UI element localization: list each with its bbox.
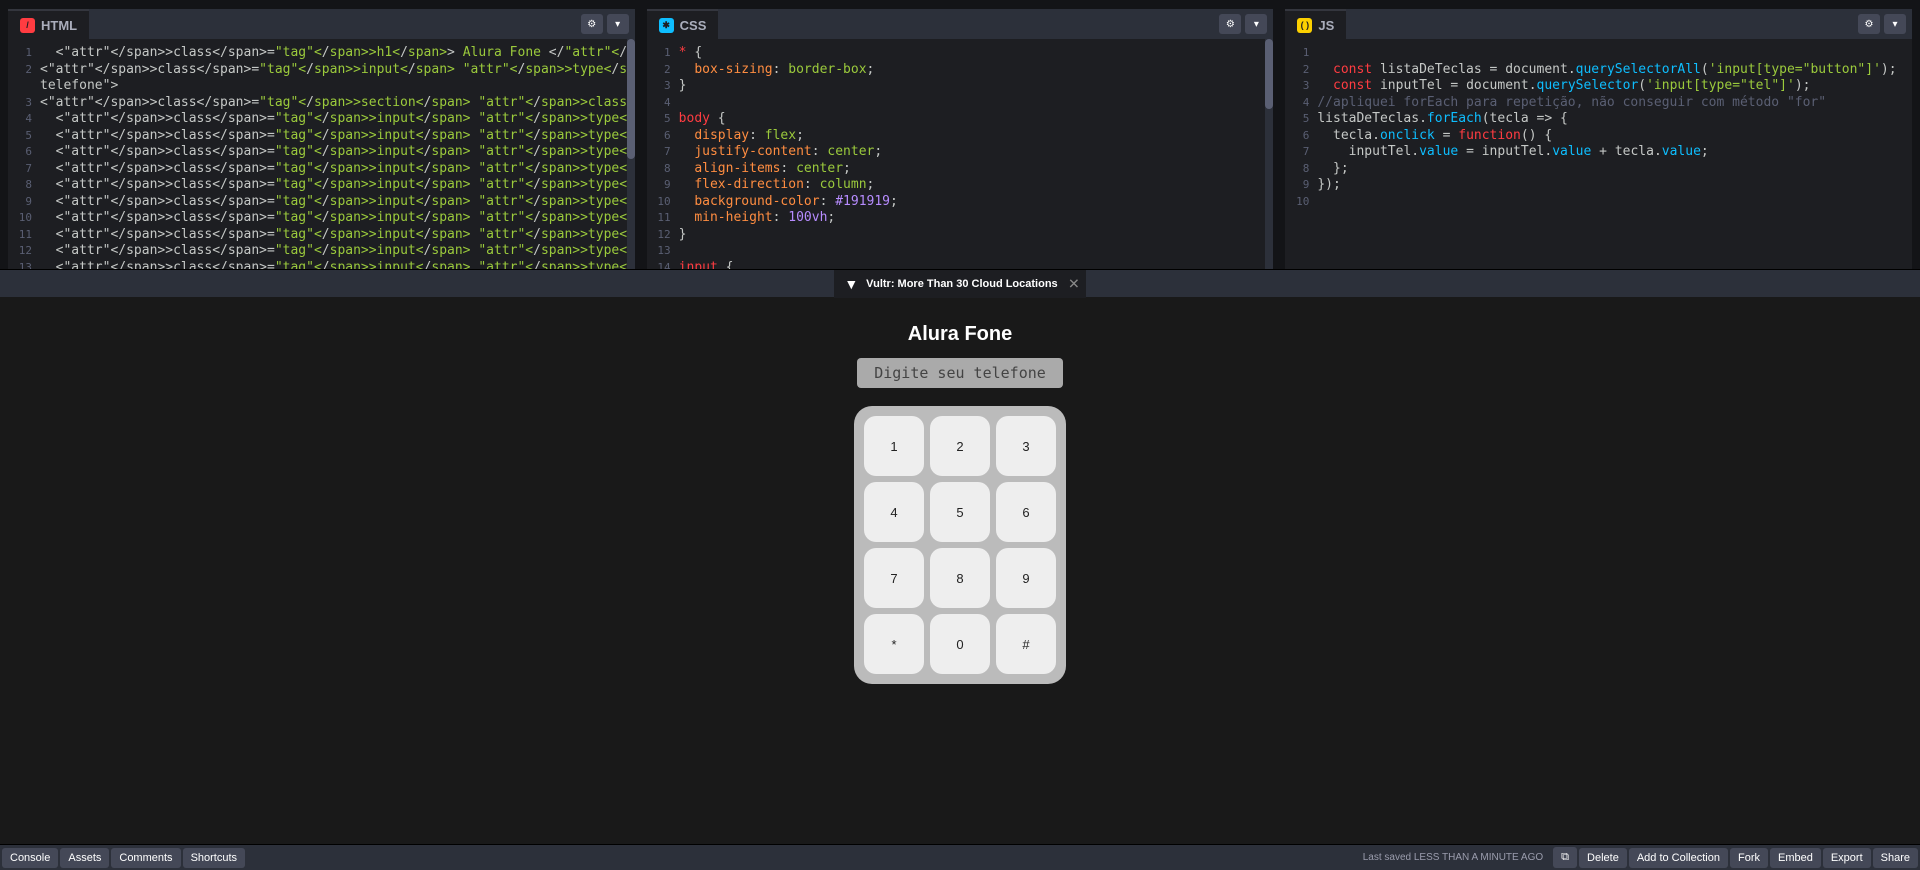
css-scrollbar-thumb[interactable]	[1265, 39, 1273, 109]
embed-button[interactable]: Embed	[1770, 848, 1821, 868]
assets-button[interactable]: Assets	[60, 848, 109, 868]
shortcuts-button[interactable]: Shortcuts	[183, 848, 245, 868]
key-4[interactable]: 4	[864, 482, 924, 542]
css-actions: ⚙ ▾	[1219, 14, 1273, 34]
html-code-area[interactable]: 12345678910111213 <"attr"</span>>class</…	[8, 39, 635, 269]
open-external-button[interactable]: ⧉	[1553, 847, 1577, 868]
gear-icon: ⚙	[1226, 19, 1235, 30]
js-dropdown-button[interactable]: ▾	[1884, 14, 1906, 34]
js-actions: ⚙ ▾	[1858, 14, 1912, 34]
preview-pane: Alura Fone 123 456 789 *0#	[0, 297, 1920, 844]
js-settings-button[interactable]: ⚙	[1858, 14, 1880, 34]
js-panel-header: ( ) JS ⚙ ▾	[1285, 9, 1912, 39]
editors-row: / HTML ⚙ ▾ 12345678910111213 <"attr"</sp…	[0, 9, 1920, 269]
ad-bar: ▼ Vultr: More Than 30 Cloud Locations ✕	[0, 269, 1920, 297]
key-5[interactable]: 5	[930, 482, 990, 542]
html-scrollbar-thumb[interactable]	[627, 39, 635, 159]
html-icon: /	[20, 18, 35, 33]
html-gutter: 12345678910111213	[8, 45, 40, 269]
html-dropdown-button[interactable]: ▾	[607, 14, 629, 34]
console-button[interactable]: Console	[2, 848, 58, 868]
html-panel: / HTML ⚙ ▾ 12345678910111213 <"attr"</sp…	[8, 9, 635, 269]
chevron-down-icon: ▾	[615, 19, 620, 30]
html-actions: ⚙ ▾	[581, 14, 635, 34]
key-#[interactable]: #	[996, 614, 1056, 674]
key-9[interactable]: 9	[996, 548, 1056, 608]
css-settings-button[interactable]: ⚙	[1219, 14, 1241, 34]
add-to-collection-button[interactable]: Add to Collection	[1629, 848, 1728, 868]
js-icon: ( )	[1297, 18, 1312, 33]
external-link-icon: ⧉	[1561, 851, 1569, 864]
html-settings-button[interactable]: ⚙	[581, 14, 603, 34]
close-icon: ✕	[1068, 275, 1080, 291]
css-icon: ✱	[659, 18, 674, 33]
chevron-down-icon: ▾	[1893, 19, 1898, 30]
gear-icon: ⚙	[1865, 19, 1874, 30]
css-code-area[interactable]: 1234567891011121314 * { box-sizing: bord…	[647, 39, 1274, 269]
comments-button[interactable]: Comments	[111, 848, 180, 868]
js-code-lines[interactable]: const listaDeTeclas = document.querySele…	[1317, 45, 1912, 269]
footer-right-buttons: DeleteAdd to CollectionForkEmbedExportSh…	[1579, 848, 1918, 868]
css-tab[interactable]: ✱ CSS	[647, 9, 719, 39]
key-6[interactable]: 6	[996, 482, 1056, 542]
key-2[interactable]: 2	[930, 416, 990, 476]
gear-icon: ⚙	[587, 19, 596, 30]
css-title: CSS	[680, 18, 707, 33]
save-status: Last saved LESS THAN A MINUTE AGO	[1355, 852, 1551, 863]
html-scrollbar[interactable]	[627, 39, 635, 269]
key-7[interactable]: 7	[864, 548, 924, 608]
fork-button[interactable]: Fork	[1730, 848, 1768, 868]
html-tab[interactable]: / HTML	[8, 9, 89, 39]
html-title: HTML	[41, 18, 77, 33]
js-code-area[interactable]: 12345678910 const listaDeTeclas = docume…	[1285, 39, 1912, 269]
css-panel: ✱ CSS ⚙ ▾ 1234567891011121314 * { box-si…	[647, 9, 1274, 269]
key-8[interactable]: 8	[930, 548, 990, 608]
html-panel-header: / HTML ⚙ ▾	[8, 9, 635, 39]
css-code-lines[interactable]: * { box-sizing: border-box;} body { disp…	[679, 45, 1274, 269]
share-button[interactable]: Share	[1873, 848, 1918, 868]
key-1[interactable]: 1	[864, 416, 924, 476]
ad-banner[interactable]: ▼ Vultr: More Than 30 Cloud Locations ✕	[834, 270, 1085, 298]
export-button[interactable]: Export	[1823, 848, 1871, 868]
preview-title: Alura Fone	[908, 323, 1012, 346]
css-gutter: 1234567891011121314	[647, 45, 679, 269]
js-title: JS	[1318, 18, 1334, 33]
chevron-down-icon: ▾	[1254, 19, 1259, 30]
js-gutter: 12345678910	[1285, 45, 1317, 269]
key-3[interactable]: 3	[996, 416, 1056, 476]
footer-right: Last saved LESS THAN A MINUTE AGO ⧉ Dele…	[1355, 847, 1918, 868]
keypad: 123 456 789 *0#	[854, 406, 1066, 684]
css-panel-header: ✱ CSS ⚙ ▾	[647, 9, 1274, 39]
vultr-logo-icon: ▼	[844, 276, 858, 292]
js-panel: ( ) JS ⚙ ▾ 12345678910 const listaDeTecl…	[1285, 9, 1912, 269]
ad-text: Vultr: More Than 30 Cloud Locations	[866, 278, 1058, 290]
delete-button[interactable]: Delete	[1579, 848, 1627, 868]
css-dropdown-button[interactable]: ▾	[1245, 14, 1267, 34]
js-tab[interactable]: ( ) JS	[1285, 9, 1346, 39]
key-*[interactable]: *	[864, 614, 924, 674]
footer-left: ConsoleAssetsCommentsShortcuts	[2, 848, 245, 868]
footer-bar: ConsoleAssetsCommentsShortcuts Last save…	[0, 844, 1920, 870]
css-scrollbar[interactable]	[1265, 39, 1273, 269]
telephone-input[interactable]	[857, 358, 1063, 388]
html-code-lines[interactable]: <"attr"</span>>class</span>="tag"</span>…	[40, 45, 635, 269]
top-strip	[0, 0, 1920, 9]
ad-close-button[interactable]: ✕	[1068, 275, 1080, 292]
key-0[interactable]: 0	[930, 614, 990, 674]
